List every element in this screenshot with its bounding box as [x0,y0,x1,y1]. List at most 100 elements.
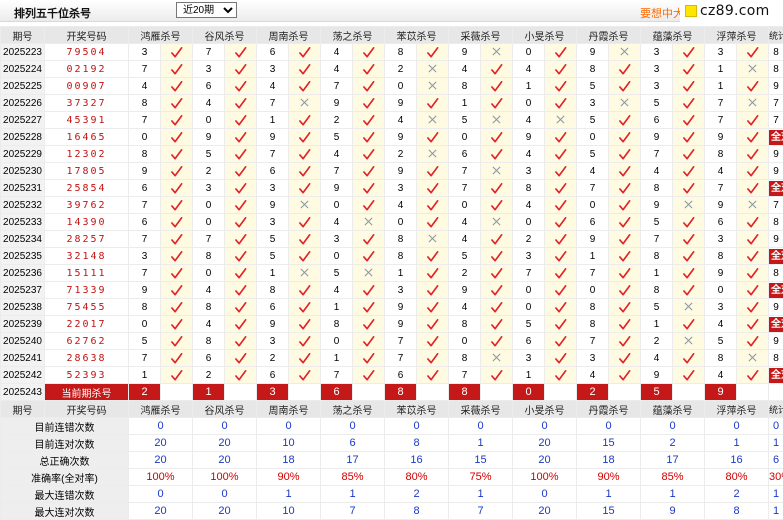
all-correct-badge: 全对 [769,368,783,383]
col-header-expert[interactable]: 丹霞杀号 [577,27,641,44]
hit-check-icon [545,44,577,61]
kill-number-cell: 7 [449,367,481,384]
hit-check-icon [673,214,705,231]
current-blank-cell [353,384,385,401]
miss-cross-icon [417,231,449,248]
promo-link[interactable]: 要想中大 [640,5,684,21]
hit-check-icon [225,367,257,384]
miss-cross-icon [673,197,705,214]
summary-value: 20 [513,452,577,469]
hit-check-icon [609,180,641,197]
hit-check-icon [673,78,705,95]
kill-number-cell: 8 [577,61,609,78]
hit-check-icon [737,282,769,299]
col-header-expert[interactable]: 荡之杀号 [321,27,385,44]
table-row: 20252412863876217833488 [1,350,783,367]
summary-value: 18 [257,452,321,469]
summary-value: 20 [129,452,193,469]
col-header-expert[interactable]: 苯苡杀号 [385,27,449,44]
summary-value: 7 [449,503,513,520]
table-row: 20252263732784799103577 [1,95,783,112]
hit-check-icon [161,95,193,112]
kill-number-cell: 0 [513,44,545,61]
period-cell: 2025239 [1,316,45,333]
kill-number-cell: 3 [705,231,737,248]
kill-number-cell: 9 [577,44,609,61]
col-header-expert[interactable]: 采薇杀号 [449,401,513,418]
draw-number-cell: 52393 [45,367,129,384]
kill-number-cell: 9 [449,44,481,61]
summary-row: 最大连错次数00112101121 [1,486,783,503]
kill-number-cell: 0 [705,282,737,299]
summary-value: 0 [705,418,769,435]
period-cell: 2025233 [1,214,45,231]
hit-check-icon [353,316,385,333]
kill-number-cell: 8 [705,146,737,163]
col-header-expert[interactable]: 浮萍杀号 [705,401,769,418]
summary-value: 2 [641,435,705,452]
col-header-expert[interactable]: 荡之杀号 [321,401,385,418]
current-kill-number: 0 [513,384,545,401]
table-row: 20252323976270904040997 [1,197,783,214]
kill-number-cell: 8 [129,95,161,112]
col-header-expert[interactable]: 鸿雁杀号 [129,401,193,418]
col-header-expert[interactable]: 小旻杀号 [513,401,577,418]
summary-value: 0 [193,418,257,435]
kill-number-cell: 4 [193,316,225,333]
hit-check-icon [609,350,641,367]
hit-check-icon [481,282,513,299]
summary-row: 总正确次数202018171615201817166 [1,452,783,469]
kill-number-cell: 8 [449,316,481,333]
all-correct-badge: 全对 [769,181,783,196]
kill-number-cell: 7 [577,333,609,350]
col-header-expert[interactable]: 苯苡杀号 [385,401,449,418]
period-range-select[interactable]: 近20期 [176,2,237,18]
col-header-expert[interactable]: 小旻杀号 [513,27,577,44]
hit-check-icon [737,44,769,61]
kill-number-cell: 4 [321,282,353,299]
hit-check-icon [225,146,257,163]
hit-check-icon [161,299,193,316]
col-header-expert[interactable]: 采薇杀号 [449,27,513,44]
current-kill-label: 当前期杀号 [45,384,129,401]
summary-value: 100% [513,469,577,486]
kill-number-cell: 4 [577,367,609,384]
stat-cell: 9 [769,146,783,163]
hit-check-icon [481,197,513,214]
col-header-expert[interactable]: 鸿雁杀号 [129,27,193,44]
kill-number-cell: 3 [577,95,609,112]
col-header-expert[interactable]: 周南杀号 [257,27,321,44]
hit-check-icon [417,316,449,333]
kill-number-cell: 5 [577,78,609,95]
col-header-expert[interactable]: 周南杀号 [257,401,321,418]
hit-check-icon [481,95,513,112]
col-header-expert[interactable]: 谷风杀号 [193,27,257,44]
miss-cross-icon [481,214,513,231]
kill-number-cell: 8 [385,248,417,265]
col-header-period: 期号 [1,27,45,44]
kill-number-cell: 9 [385,316,417,333]
col-header-expert[interactable]: 蕴藻杀号 [641,401,705,418]
hit-check-icon [353,197,385,214]
summary-value: 8 [705,503,769,520]
hit-check-icon [289,333,321,350]
kill-number-cell: 2 [321,112,353,129]
current-blank-cell [417,384,449,401]
kill-number-cell: 9 [513,129,545,146]
kill-number-cell: 0 [193,265,225,282]
summary-value: 16 [705,452,769,469]
hit-check-icon [481,248,513,265]
kill-number-cell: 2 [193,163,225,180]
col-header-expert[interactable]: 浮萍杀号 [705,27,769,44]
col-header-expert[interactable]: 丹霞杀号 [577,401,641,418]
summary-value: 20 [129,435,193,452]
col-header-expert[interactable]: 蕴藻杀号 [641,27,705,44]
hit-check-icon [353,112,385,129]
miss-cross-icon [673,299,705,316]
kill-number-cell: 4 [193,95,225,112]
hit-check-icon [737,231,769,248]
kill-number-cell: 0 [193,197,225,214]
kill-number-cell: 3 [321,231,353,248]
col-header-expert[interactable]: 谷风杀号 [193,401,257,418]
period-cell: 2025234 [1,231,45,248]
